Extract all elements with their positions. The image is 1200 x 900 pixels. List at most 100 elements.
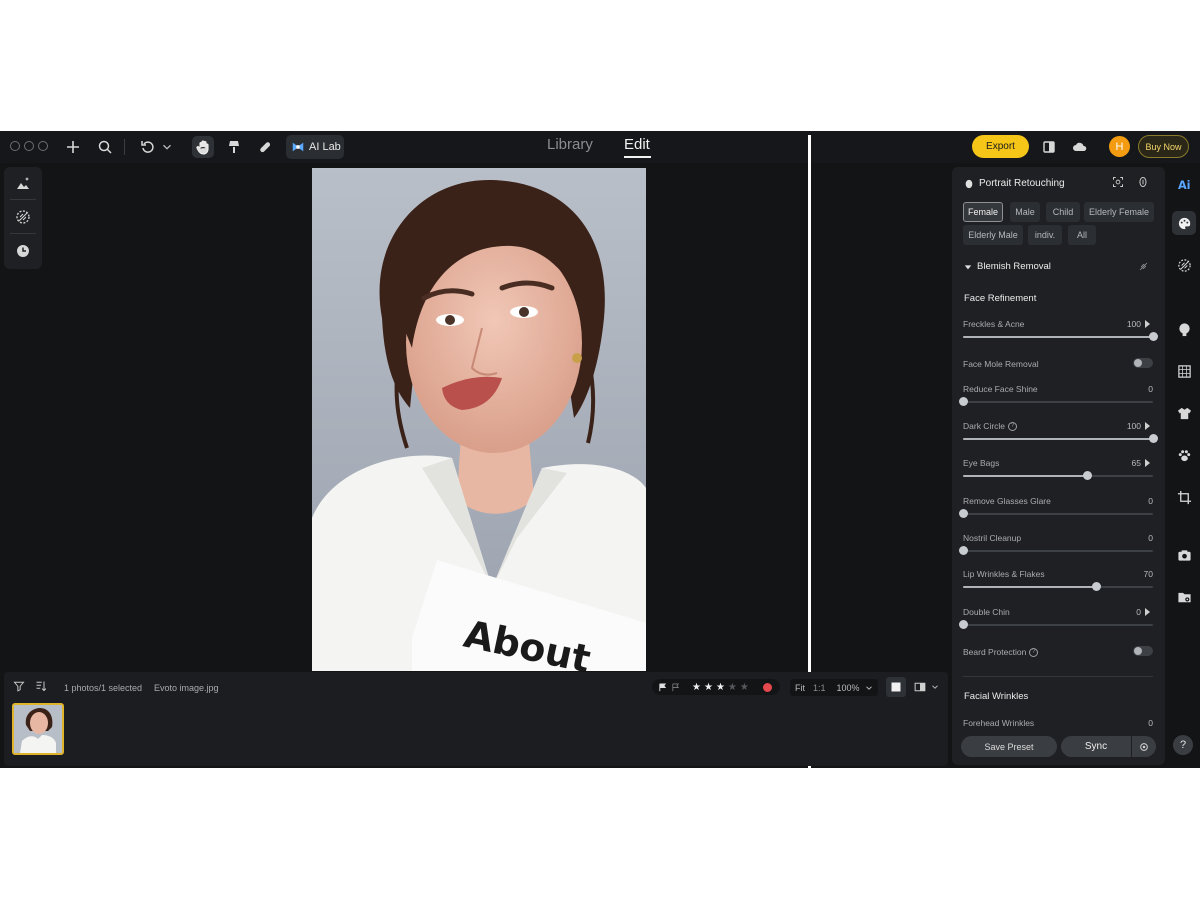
star-icon[interactable]: ★: [740, 682, 749, 693]
star-rating[interactable]: ★ ★ ★ ★ ★: [692, 682, 749, 693]
info-icon[interactable]: ?: [1008, 421, 1018, 431]
cloud-icon[interactable]: [1069, 136, 1091, 158]
preset-chip[interactable]: indiv.: [1028, 225, 1062, 245]
texture-icon[interactable]: [13, 207, 33, 227]
slider-thumb[interactable]: [1082, 471, 1092, 480]
chevron-down-icon[interactable]: [160, 136, 174, 158]
preset-chip[interactable]: Elderly Female: [1084, 202, 1154, 222]
clothing-icon[interactable]: [1172, 401, 1196, 425]
buy-now-button[interactable]: Buy Now: [1138, 135, 1189, 158]
background-icon[interactable]: [1172, 359, 1196, 383]
minimize-window-button[interactable]: [24, 141, 34, 151]
flag-icon[interactable]: [658, 682, 667, 692]
star-icon[interactable]: ★: [728, 682, 737, 693]
search-icon[interactable]: [94, 136, 116, 158]
preset-chip[interactable]: Female: [963, 202, 1003, 222]
hand-tool-icon[interactable]: [192, 136, 214, 158]
compare-icon[interactable]: [1038, 136, 1060, 158]
filmstrip-panel: 1 photos/1 selected Evoto image.jpg ★ ★ ★ ★…: [4, 672, 948, 766]
ai-icon[interactable]: Ai: [1172, 172, 1196, 196]
expand-arrow-icon[interactable]: [1145, 422, 1150, 430]
undo-icon[interactable]: [137, 136, 159, 158]
svg-text:Ai: Ai: [1177, 179, 1190, 192]
help-button[interactable]: ?: [1173, 735, 1193, 755]
reject-flag-icon[interactable]: [671, 682, 680, 692]
maximize-window-button[interactable]: [38, 141, 48, 151]
slider-thumb[interactable]: [1149, 434, 1158, 443]
sync-settings-icon[interactable]: [1132, 742, 1156, 752]
ai-portrait-icon[interactable]: [13, 173, 33, 193]
save-preset-button[interactable]: Save Preset: [961, 736, 1057, 757]
add-icon[interactable]: [62, 136, 84, 158]
expand-arrow-icon[interactable]: [1145, 608, 1150, 616]
texture-icon[interactable]: [1172, 253, 1196, 277]
filter-icon[interactable]: [10, 677, 28, 695]
preset-chip[interactable]: Child: [1046, 202, 1080, 222]
face-icon: [965, 179, 973, 188]
camera-icon[interactable]: [1172, 543, 1196, 567]
ai-lab-button[interactable]: AI Lab: [286, 135, 344, 159]
slider-value: 70: [1143, 569, 1153, 579]
preset-chip[interactable]: Elderly Male: [963, 225, 1023, 245]
filmstrip-thumbnail[interactable]: [12, 703, 64, 755]
star-icon[interactable]: ★: [704, 682, 713, 693]
close-window-button[interactable]: [10, 141, 20, 151]
tab-edit[interactable]: Edit: [624, 136, 650, 153]
bandage-icon[interactable]: [254, 136, 276, 158]
slider-track[interactable]: [963, 332, 1158, 341]
slider-thumb[interactable]: [959, 546, 968, 555]
caret-down-icon: [964, 264, 972, 269]
slider-thumb[interactable]: [1092, 582, 1101, 591]
slider-track[interactable]: [959, 509, 1153, 518]
palette-icon[interactable]: [1172, 211, 1196, 235]
slider-thumb[interactable]: [959, 397, 968, 406]
slider-track[interactable]: [963, 471, 1153, 480]
tab-library[interactable]: Library: [547, 136, 593, 153]
info-icon[interactable]: ?: [1029, 647, 1039, 657]
preset-chip[interactable]: All: [1068, 225, 1096, 245]
sync-button[interactable]: Sync: [1061, 736, 1156, 757]
preset-chip[interactable]: Male: [1010, 202, 1040, 222]
slider-value: 65: [1131, 458, 1141, 468]
expand-arrow-icon[interactable]: [1145, 459, 1150, 467]
photo-canvas[interactable]: About: [312, 168, 646, 671]
zoom-level-select[interactable]: 100%: [829, 683, 864, 693]
slider-track[interactable]: [959, 620, 1153, 629]
single-view-icon[interactable]: [886, 677, 906, 697]
chevron-down-icon[interactable]: [928, 677, 942, 697]
star-icon[interactable]: ★: [692, 682, 701, 693]
expand-arrow-icon[interactable]: [1145, 320, 1150, 328]
zoom-1to1-button[interactable]: 1:1: [810, 683, 829, 693]
sync-label: Sync: [1084, 741, 1108, 752]
slider-thumb[interactable]: [959, 620, 968, 629]
star-icon[interactable]: ★: [716, 682, 725, 693]
toggle-switch[interactable]: [1133, 358, 1153, 368]
folder-settings-icon[interactable]: [1172, 585, 1196, 609]
slider-thumb[interactable]: [1149, 332, 1158, 341]
face-detect-icon[interactable]: [1109, 173, 1127, 191]
crop-icon[interactable]: [1172, 485, 1196, 509]
chevron-down-icon[interactable]: [864, 683, 874, 693]
top-toolbar: AI Lab Library Edit Export H Buy Now: [0, 131, 1200, 163]
blemish-removal-header[interactable]: Blemish Removal: [964, 261, 1051, 272]
brush-tool-icon[interactable]: [223, 136, 245, 158]
slider-thumb[interactable]: [959, 509, 968, 518]
export-button[interactable]: Export: [972, 135, 1029, 158]
slider-track[interactable]: [963, 434, 1158, 443]
slider-label-text: Beard Protection: [963, 647, 1027, 657]
slider-track[interactable]: [959, 397, 1153, 406]
split-view-icon[interactable]: [910, 677, 930, 697]
panel-header: Portrait Retouching: [964, 178, 1065, 189]
slider-track[interactable]: [959, 546, 1153, 555]
pet-paw-icon[interactable]: [1172, 443, 1196, 467]
toggle-switch[interactable]: [1133, 646, 1153, 656]
history-icon[interactable]: [13, 241, 33, 261]
zoom-fit-button[interactable]: Fit: [790, 683, 810, 693]
head-icon[interactable]: [1172, 317, 1196, 341]
slider-track[interactable]: [963, 582, 1153, 591]
reset-icon[interactable]: [1134, 173, 1152, 191]
color-label-icon[interactable]: [762, 682, 772, 692]
sort-icon[interactable]: [32, 677, 50, 695]
user-avatar[interactable]: H: [1109, 136, 1130, 157]
erase-icon[interactable]: [1134, 257, 1152, 275]
